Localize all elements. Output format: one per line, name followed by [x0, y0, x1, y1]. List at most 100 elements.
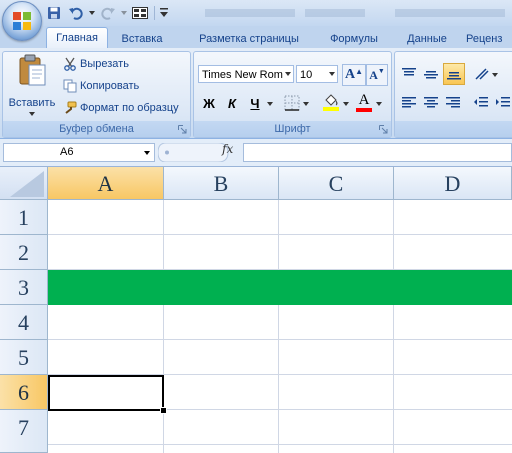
- office-logo-icon: [13, 12, 31, 30]
- underline-button[interactable]: Ч: [245, 93, 265, 113]
- worksheet-grid[interactable]: A B C D 1 2 3 4 5 6 7: [0, 167, 512, 453]
- window-title-blur: [205, 9, 505, 17]
- align-center-icon: [424, 97, 438, 108]
- title-bar: [0, 0, 512, 26]
- format-painter-label: Формат по образцу: [80, 102, 179, 114]
- row-header-4[interactable]: 4: [0, 305, 48, 340]
- underline-dropdown-icon[interactable]: [267, 102, 273, 106]
- qat-separator: [154, 6, 155, 20]
- font-name-dropdown-icon[interactable]: [285, 72, 291, 76]
- fill-handle[interactable]: [160, 407, 167, 414]
- row-header-6[interactable]: 6: [0, 375, 48, 410]
- customize-icon[interactable]: [159, 4, 169, 22]
- font-size-dropdown-icon[interactable]: [329, 72, 335, 76]
- gridline: [163, 200, 164, 453]
- font-name-combo[interactable]: Times New Rom: [198, 65, 294, 83]
- align-left-icon: [402, 97, 416, 108]
- clipboard-dialog-launcher-icon[interactable]: [178, 125, 187, 134]
- decrease-indent-button[interactable]: [471, 93, 491, 113]
- column-header-a[interactable]: A: [48, 167, 164, 200]
- fill-color-swatch: [323, 107, 339, 111]
- shrink-font-button[interactable]: A ▼: [366, 64, 388, 86]
- align-left-button[interactable]: [399, 93, 419, 113]
- grow-font-button[interactable]: A ▲: [342, 64, 366, 86]
- row-header-7[interactable]: 7: [0, 410, 48, 453]
- paste-label: Вставить: [8, 97, 56, 109]
- office-button[interactable]: [2, 1, 42, 41]
- fill-color-button[interactable]: [321, 92, 341, 112]
- name-box-dropdown-icon[interactable]: [144, 151, 150, 155]
- increase-indent-icon: [496, 97, 510, 107]
- text-orientation-icon: [475, 68, 498, 80]
- align-right-icon: [446, 97, 460, 108]
- italic-button[interactable]: К: [222, 93, 242, 113]
- gridline: [393, 200, 394, 453]
- borders-dropdown-icon[interactable]: [303, 102, 309, 106]
- font-color-button[interactable]: A: [354, 91, 374, 113]
- align-bottom-icon: [447, 72, 461, 80]
- redo-dropdown-icon[interactable]: [120, 4, 128, 22]
- undo-icon[interactable]: [66, 4, 86, 22]
- gridline: [48, 339, 512, 340]
- fill-color-dropdown-icon[interactable]: [343, 102, 349, 106]
- gridline: [278, 200, 279, 453]
- gridline: [48, 234, 512, 235]
- borders-icon: [284, 95, 300, 111]
- align-top-button[interactable]: [399, 64, 419, 84]
- layout-icon[interactable]: [130, 4, 150, 22]
- align-middle-button[interactable]: [421, 64, 441, 84]
- formula-bar: A6 fx: [0, 139, 512, 167]
- paste-dropdown-icon: [29, 112, 35, 116]
- paint-bucket-icon: [323, 94, 339, 111]
- column-header-d[interactable]: D: [394, 167, 512, 200]
- font-size-value: 10: [300, 69, 313, 81]
- highlighted-row-3[interactable]: [48, 270, 512, 305]
- redo-icon[interactable]: [98, 4, 118, 22]
- tab-data[interactable]: Данные: [398, 30, 456, 48]
- quick-access-toolbar: [44, 3, 169, 23]
- formula-input[interactable]: [243, 143, 512, 162]
- text-orientation-button[interactable]: [473, 64, 499, 84]
- save-icon[interactable]: [44, 4, 64, 22]
- paste-icon: [19, 54, 46, 86]
- align-center-button[interactable]: [421, 93, 441, 113]
- copy-button[interactable]: Копировать: [63, 79, 139, 93]
- align-middle-icon: [424, 71, 438, 79]
- column-header-c[interactable]: C: [279, 167, 394, 200]
- clipboard-group: Вставить Вырезать Копировать Формат по о…: [2, 51, 191, 138]
- align-right-button[interactable]: [443, 93, 463, 113]
- row-header-2[interactable]: 2: [0, 235, 48, 270]
- tab-formulas[interactable]: Формулы: [320, 30, 388, 48]
- bold-button[interactable]: Ж: [199, 93, 219, 113]
- font-group-label: Шрифт: [194, 121, 391, 137]
- select-all-corner[interactable]: [0, 167, 48, 200]
- font-dialog-launcher-icon[interactable]: [379, 125, 388, 134]
- active-cell-a6[interactable]: [48, 375, 164, 411]
- column-header-b[interactable]: B: [164, 167, 279, 200]
- tab-page-layout[interactable]: Разметка страницы: [186, 30, 312, 48]
- paste-button[interactable]: Вставить: [7, 54, 57, 116]
- align-bottom-button[interactable]: [443, 63, 465, 85]
- insert-function-button[interactable]: fx: [222, 142, 233, 156]
- tab-review[interactable]: Реценз: [466, 30, 512, 48]
- clipboard-group-label: Буфер обмена: [3, 121, 190, 137]
- name-box[interactable]: A6: [3, 143, 155, 162]
- shrink-font-label: A: [369, 67, 378, 82]
- ribbon-tabs: Главная Вставка Разметка страницы Формул…: [0, 26, 512, 49]
- alignment-group: [394, 51, 512, 138]
- tab-home[interactable]: Главная: [46, 27, 108, 49]
- format-painter-icon: [65, 101, 77, 114]
- font-color-dropdown-icon[interactable]: [376, 102, 382, 106]
- font-size-combo[interactable]: 10: [296, 65, 338, 83]
- row-header-3[interactable]: 3: [0, 270, 48, 305]
- tab-insert[interactable]: Вставка: [113, 30, 171, 48]
- cut-button[interactable]: Вырезать: [63, 57, 129, 71]
- undo-dropdown-icon[interactable]: [88, 4, 96, 22]
- row-header-1[interactable]: 1: [0, 200, 48, 235]
- borders-button[interactable]: [282, 93, 302, 113]
- increase-indent-button[interactable]: [493, 93, 512, 113]
- gridline: [48, 444, 512, 445]
- copy-icon: [63, 79, 77, 93]
- format-painter-button[interactable]: Формат по образцу: [63, 101, 179, 115]
- row-header-5[interactable]: 5: [0, 340, 48, 375]
